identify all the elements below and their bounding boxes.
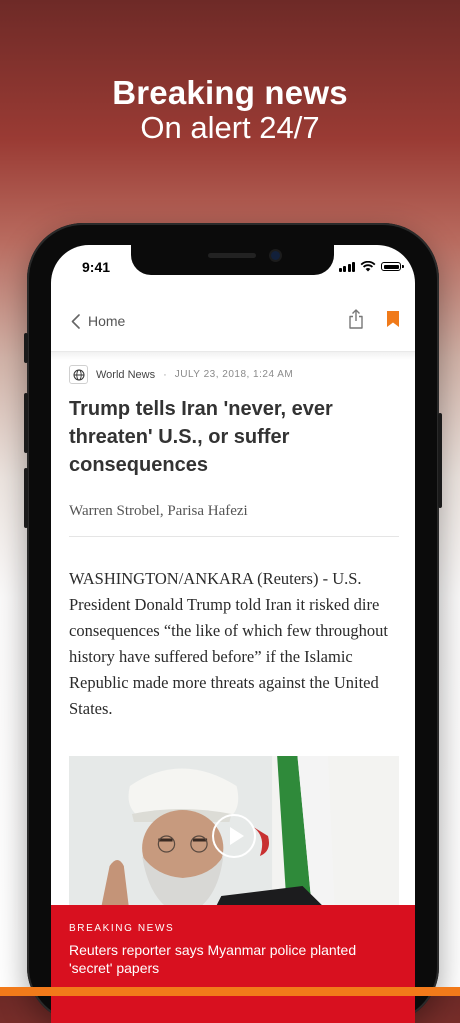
breaking-news-label: BREAKING NEWS	[69, 923, 175, 934]
power-button	[438, 413, 442, 508]
status-icons	[338, 261, 404, 272]
article-headline: Trump tells Iran 'never, ever threaten' …	[69, 398, 333, 476]
phone-frame: 9:41 Home World News · JULY 23, 2018, 1:…	[24, 223, 442, 1023]
chevron-left-icon	[71, 313, 80, 329]
app-screen: 9:41 Home World News · JULY 23, 2018, 1:…	[51, 245, 415, 1023]
article-video-thumbnail[interactable]	[69, 756, 399, 916]
speaker-grille	[208, 253, 256, 258]
mute-switch	[24, 333, 28, 363]
globe-icon	[69, 365, 88, 384]
wifi-icon	[360, 261, 376, 272]
battery-icon	[381, 262, 404, 271]
promo-subtitle: On alert 24/7	[140, 110, 320, 145]
article-body: WASHINGTON/ANKARA (Reuters) - U.S. Presi…	[69, 569, 388, 718]
play-button[interactable]	[212, 814, 256, 858]
breaking-news-headline: Reuters reporter says Myanmar police pla…	[69, 942, 357, 976]
notch	[131, 245, 334, 275]
section-link[interactable]: World News	[96, 369, 155, 381]
cellular-signal-icon	[338, 261, 355, 272]
meta-separator: ·	[163, 368, 167, 381]
nav-bar: Home	[51, 295, 415, 352]
volume-down-button	[24, 468, 28, 528]
share-icon[interactable]	[347, 308, 365, 330]
volume-up-button	[24, 393, 28, 453]
status-time: 9:41	[82, 259, 111, 275]
article-meta: World News · JULY 23, 2018, 1:24 AM	[69, 365, 293, 384]
back-button[interactable]: Home	[71, 313, 125, 329]
article-date: JULY 23, 2018, 1:24 AM	[174, 369, 294, 380]
accent-bar	[0, 987, 460, 996]
breaking-news-banner[interactable]: BREAKING NEWS Reuters reporter says Myan…	[51, 905, 415, 1023]
divider	[69, 536, 399, 537]
front-camera	[271, 251, 280, 260]
article-authors: Warren Strobel, Parisa Hafezi	[69, 503, 248, 519]
promo-title: Breaking news	[112, 74, 348, 111]
nav-divider	[51, 352, 415, 360]
bookmark-icon[interactable]	[387, 311, 399, 327]
back-label: Home	[88, 313, 126, 329]
